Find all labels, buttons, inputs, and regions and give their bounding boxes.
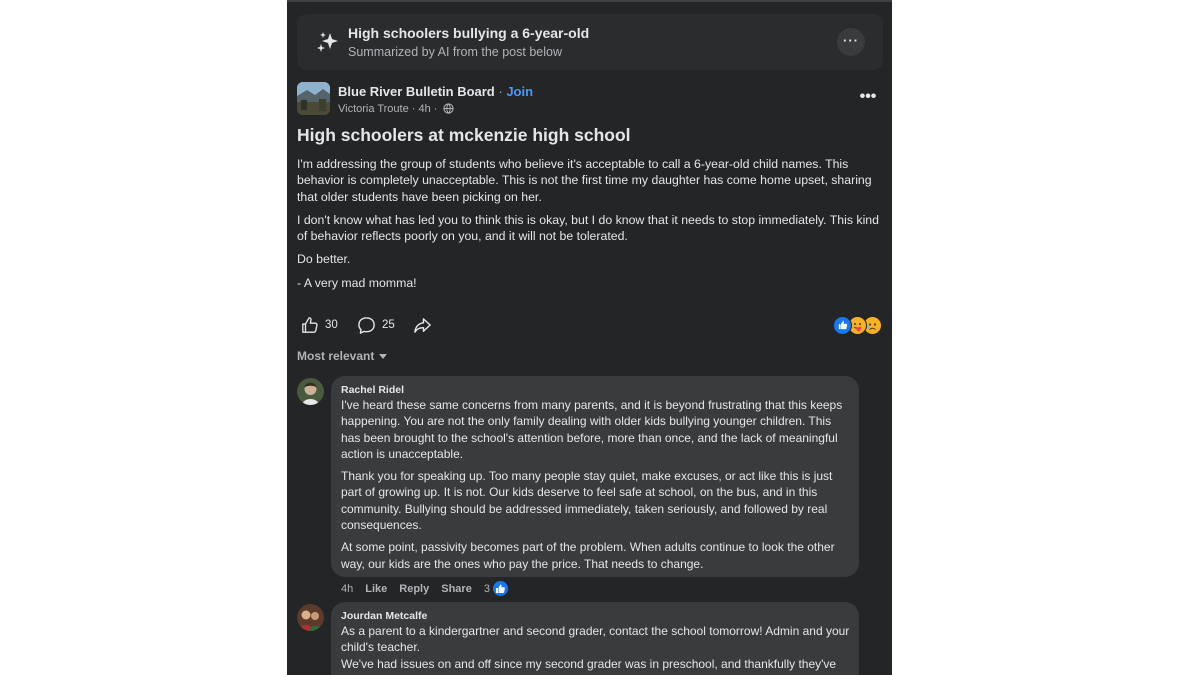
group-name-link[interactable]: Blue River Bulletin Board <box>338 84 495 99</box>
post-meta: Victoria Troute · 4h · <box>338 103 454 115</box>
comment-paragraph: I've heard these same concerns from many… <box>341 398 843 461</box>
like-reaction-icon <box>492 581 508 596</box>
group-avatar[interactable] <box>297 82 330 115</box>
globe-icon <box>442 103 454 114</box>
post-author-link[interactable]: Victoria Troute <box>338 103 409 115</box>
comment-reaction-count[interactable]: 3 <box>484 583 490 595</box>
comment-paragraph: Thank you for speaking up. Too many peop… <box>341 469 833 533</box>
comment-time[interactable]: 4h <box>341 583 353 595</box>
comment-actions: 4h Like Reply Share 3 <box>341 581 508 596</box>
post-paragraph: Do better. <box>297 252 351 267</box>
separator: · <box>494 84 507 99</box>
comment-text: I've heard these same concerns from many… <box>341 397 851 578</box>
post-paragraph: - A very mad momma! <box>297 275 417 290</box>
post-body: I'm addressing the group of students who… <box>297 156 887 298</box>
post-time[interactable]: · 4h · <box>409 103 441 115</box>
summary-more-button[interactable]: ··· <box>837 28 865 56</box>
like-count: 30 <box>325 319 338 331</box>
ai-summary-card[interactable]: High schoolers bullying a 6-year-old Sum… <box>297 14 883 70</box>
group-photo-icon <box>297 82 330 115</box>
commenter-avatar[interactable] <box>297 604 324 631</box>
ai-sparkle-icon <box>317 32 338 52</box>
reaction-summary[interactable] <box>833 316 885 335</box>
divider <box>287 0 892 2</box>
comment-author[interactable]: Rachel Ridel <box>341 384 404 396</box>
comment-filter-label: Most relevant <box>297 349 375 363</box>
post-title: High schoolers at mckenzie high school <box>297 125 631 145</box>
comment-like-button[interactable]: Like <box>365 583 387 595</box>
post-action-bar: 30 25 <box>297 314 885 336</box>
group-name-line: Blue River Bulletin Board · Join <box>338 84 533 99</box>
commenter-avatar[interactable] <box>297 378 324 405</box>
summary-subtitle: Summarized by AI from the post below <box>348 45 562 59</box>
share-icon <box>414 317 431 333</box>
post-paragraph: I'm addressing the group of students who… <box>297 157 872 204</box>
comment-share-button[interactable]: Share <box>441 583 472 595</box>
summary-title: High schoolers bullying a 6-year-old <box>348 25 590 41</box>
comment-filter-dropdown[interactable]: Most relevant <box>297 349 388 363</box>
comment-paragraph: At some point, passivity becomes part of… <box>341 540 835 571</box>
comment-reply-button[interactable]: Reply <box>399 583 429 595</box>
post-paragraph: I don't know what has led you to think t… <box>297 212 879 244</box>
comment-bubble: Rachel Ridel I've heard these same conce… <box>331 376 859 577</box>
thumbs-up-icon <box>302 317 318 333</box>
comment-paragraph: As a parent to a kindergartner and secon… <box>341 624 850 655</box>
like-reaction-icon <box>833 316 852 335</box>
avatar-photo-icon <box>297 604 324 631</box>
comment-count: 25 <box>382 319 395 331</box>
post-panel: High schoolers bullying a 6-year-old Sum… <box>287 0 892 675</box>
comment-button[interactable]: 25 <box>357 314 395 336</box>
like-button[interactable]: 30 <box>301 314 338 336</box>
comment-text: As a parent to a kindergartner and secon… <box>341 623 851 672</box>
share-button[interactable] <box>413 314 438 336</box>
join-button[interactable]: Join <box>506 84 533 99</box>
chevron-down-icon <box>379 354 388 359</box>
comment-author[interactable]: Jourdan Metcalfe <box>341 610 427 622</box>
comment-paragraph: We've had issues on and off since my sec… <box>341 656 837 671</box>
post-more-button[interactable]: ••• <box>858 88 878 108</box>
comment-bubble: Jourdan Metcalfe As a parent to a kinder… <box>331 602 859 675</box>
avatar-photo-icon <box>297 378 324 405</box>
comment-icon <box>358 316 375 334</box>
